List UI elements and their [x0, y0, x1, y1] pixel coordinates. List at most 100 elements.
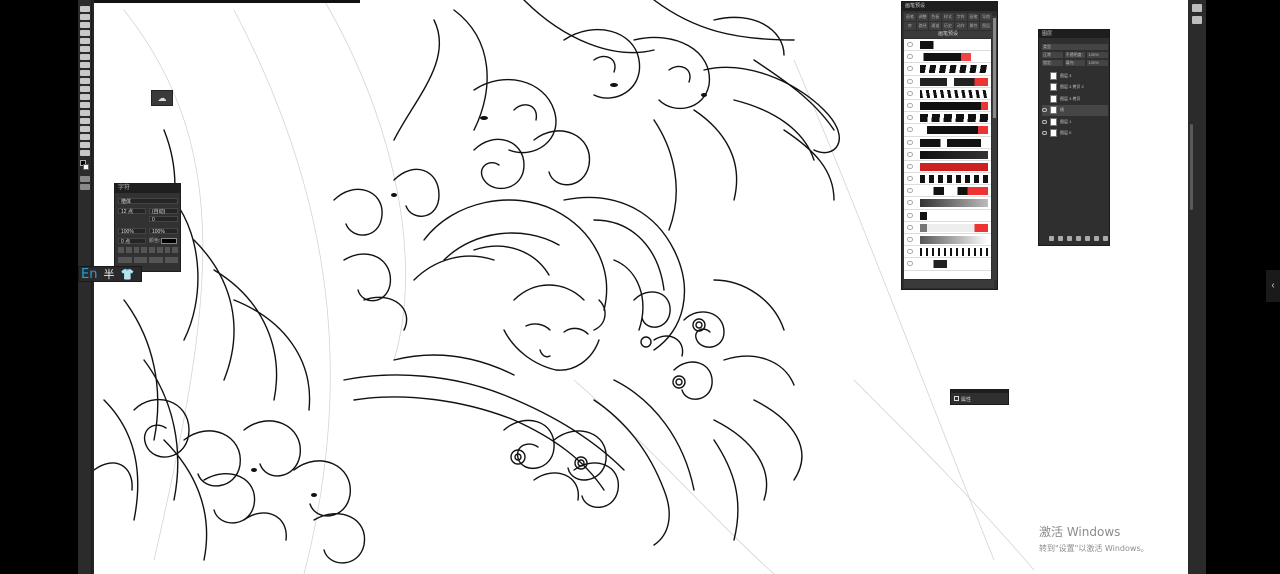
eye-icon[interactable]	[1042, 119, 1047, 124]
brush-preset-item[interactable]	[904, 173, 991, 186]
ordinal-button[interactable]	[133, 257, 147, 263]
lasso-tool-icon[interactable]	[80, 22, 90, 28]
superscript-button[interactable]	[149, 247, 155, 253]
horizontal-scale-field[interactable]: 100%	[149, 228, 178, 235]
brush-preset-item[interactable]	[904, 124, 991, 137]
marquee-tool-icon[interactable]	[80, 14, 90, 20]
vertical-scale-field[interactable]: 100%	[118, 228, 146, 235]
all-caps-button[interactable]	[133, 247, 140, 253]
tab-navigator[interactable]: 导航	[980, 13, 993, 21]
tab-history[interactable]: 历史	[942, 22, 954, 30]
layer-kind-filter[interactable]: 类型	[1042, 44, 1108, 50]
chevron-left-icon[interactable]: ‹	[1266, 270, 1280, 302]
ime-language-toggle[interactable]: En	[81, 267, 97, 282]
text-color-swatch[interactable]	[161, 238, 177, 244]
layer-row[interactable]: 图层 3 拷贝 2	[1042, 82, 1108, 93]
brush-preset-item[interactable]	[904, 222, 991, 234]
eye-icon[interactable]	[1042, 131, 1047, 135]
history-brush-tool-icon[interactable]	[80, 78, 90, 84]
brush-preset-item[interactable]	[904, 210, 991, 222]
shape-tool-icon[interactable]	[80, 142, 90, 148]
mask-icon[interactable]	[1067, 236, 1072, 241]
faux-italic-button[interactable]	[125, 247, 132, 253]
new-layer-icon[interactable]	[1094, 236, 1099, 241]
tab-adjust[interactable]: 调整	[916, 13, 929, 21]
tab-actions[interactable]: 动作	[954, 22, 967, 30]
brush-preset-item[interactable]	[904, 185, 991, 198]
eye-icon[interactable]	[1042, 85, 1047, 89]
fill-field[interactable]: 100%	[1087, 60, 1109, 66]
brush-preset-item[interactable]	[904, 112, 991, 125]
ligature-button[interactable]	[118, 257, 132, 263]
opacity-field[interactable]: 100%	[1087, 52, 1109, 58]
stamp-tool-icon[interactable]	[80, 70, 90, 76]
gradient-tool-icon[interactable]	[80, 94, 90, 100]
tab-libraries[interactable]: 库	[904, 22, 916, 30]
baseline-shift-field[interactable]: 0 点	[118, 238, 146, 245]
properties-panel[interactable]: 属性	[950, 389, 1009, 405]
leading-field[interactable]: (自动)	[149, 208, 178, 215]
brush-preset-item[interactable]	[904, 137, 991, 149]
eyedropper-tool-icon[interactable]	[80, 46, 90, 52]
brush-tool-icon[interactable]	[80, 62, 90, 68]
strikethrough-button[interactable]	[172, 247, 178, 253]
path-select-tool-icon[interactable]	[80, 134, 90, 140]
eye-icon[interactable]	[1042, 108, 1047, 112]
brush-preset-item[interactable]	[904, 88, 991, 100]
tab-brush[interactable]: 画笔	[904, 13, 916, 21]
layer-row[interactable]: 图层 0	[1042, 128, 1108, 139]
small-caps-button[interactable]	[141, 247, 147, 253]
quick-mask-icon[interactable]	[80, 176, 90, 182]
crop-tool-icon[interactable]	[80, 38, 90, 44]
ime-toolbar[interactable]: En 半 👕	[78, 266, 142, 282]
fraction-button[interactable]	[164, 257, 178, 263]
ime-halfwidth-toggle[interactable]: 半	[103, 266, 114, 282]
layer-row[interactable]: 图层 1	[1042, 116, 1108, 127]
tab-layers[interactable]: 图层	[980, 22, 993, 30]
tab-character[interactable]: 字符	[954, 13, 967, 21]
tab-swatches[interactable]: 色板	[929, 13, 942, 21]
tab-paths[interactable]: 路径	[916, 22, 929, 30]
layer-row[interactable]: 线	[1042, 104, 1108, 116]
eye-icon[interactable]	[1042, 74, 1047, 78]
tab-styles[interactable]: 样式	[942, 13, 954, 21]
tab-properties[interactable]: 属性	[967, 22, 980, 30]
tab-brush-2[interactable]: 画笔	[967, 13, 980, 21]
background-color-swatch[interactable]	[83, 164, 89, 170]
link-layers-icon[interactable]	[1049, 236, 1054, 241]
brush-preset-item[interactable]	[904, 234, 991, 247]
brush-preset-item[interactable]	[904, 246, 991, 259]
font-family-select[interactable]: 楷体	[118, 198, 178, 205]
brush-preset-list[interactable]	[904, 39, 991, 279]
folder-icon[interactable]	[1085, 236, 1090, 241]
layer-comp-widget[interactable]: ☁	[151, 90, 173, 106]
screen-mode-icon[interactable]	[80, 184, 90, 190]
dock-properties-icon[interactable]	[1192, 16, 1202, 24]
brush-preset-item[interactable]	[904, 161, 991, 174]
layers-panel[interactable]: 图层 类型 正常 不透明度: 100% 锁定: 填充: 100% 图层 3 图层 …	[1038, 29, 1110, 246]
eraser-tool-icon[interactable]	[80, 86, 90, 92]
tracking-field[interactable]: 0	[149, 216, 178, 223]
adjustment-icon[interactable]	[1076, 236, 1081, 241]
hand-tool-icon[interactable]	[80, 150, 90, 156]
brush-preset-item[interactable]	[904, 197, 991, 210]
brush-preset-item[interactable]	[904, 76, 991, 88]
brush-preset-item[interactable]	[904, 149, 991, 161]
dodge-tool-icon[interactable]	[80, 110, 90, 116]
brush-preset-item[interactable]	[904, 258, 991, 271]
skin-shirt-icon[interactable]: 👕	[120, 268, 134, 281]
brush-preset-item[interactable]	[904, 100, 991, 113]
trash-icon[interactable]	[1103, 236, 1108, 241]
subscript-button[interactable]	[156, 247, 163, 253]
pen-tool-icon[interactable]	[80, 118, 90, 124]
quick-select-tool-icon[interactable]	[80, 30, 90, 36]
brush-preset-item[interactable]	[904, 51, 991, 64]
eye-icon[interactable]	[1042, 97, 1047, 101]
canvas-vertical-scrollbar[interactable]	[1190, 124, 1193, 210]
healing-tool-icon[interactable]	[80, 54, 90, 60]
brush-list-scrollbar[interactable]	[992, 16, 997, 280]
blur-tool-icon[interactable]	[80, 102, 90, 108]
layer-row[interactable]: 图层 3	[1042, 70, 1108, 81]
fx-icon[interactable]	[1058, 236, 1063, 241]
underline-button[interactable]	[164, 247, 171, 253]
